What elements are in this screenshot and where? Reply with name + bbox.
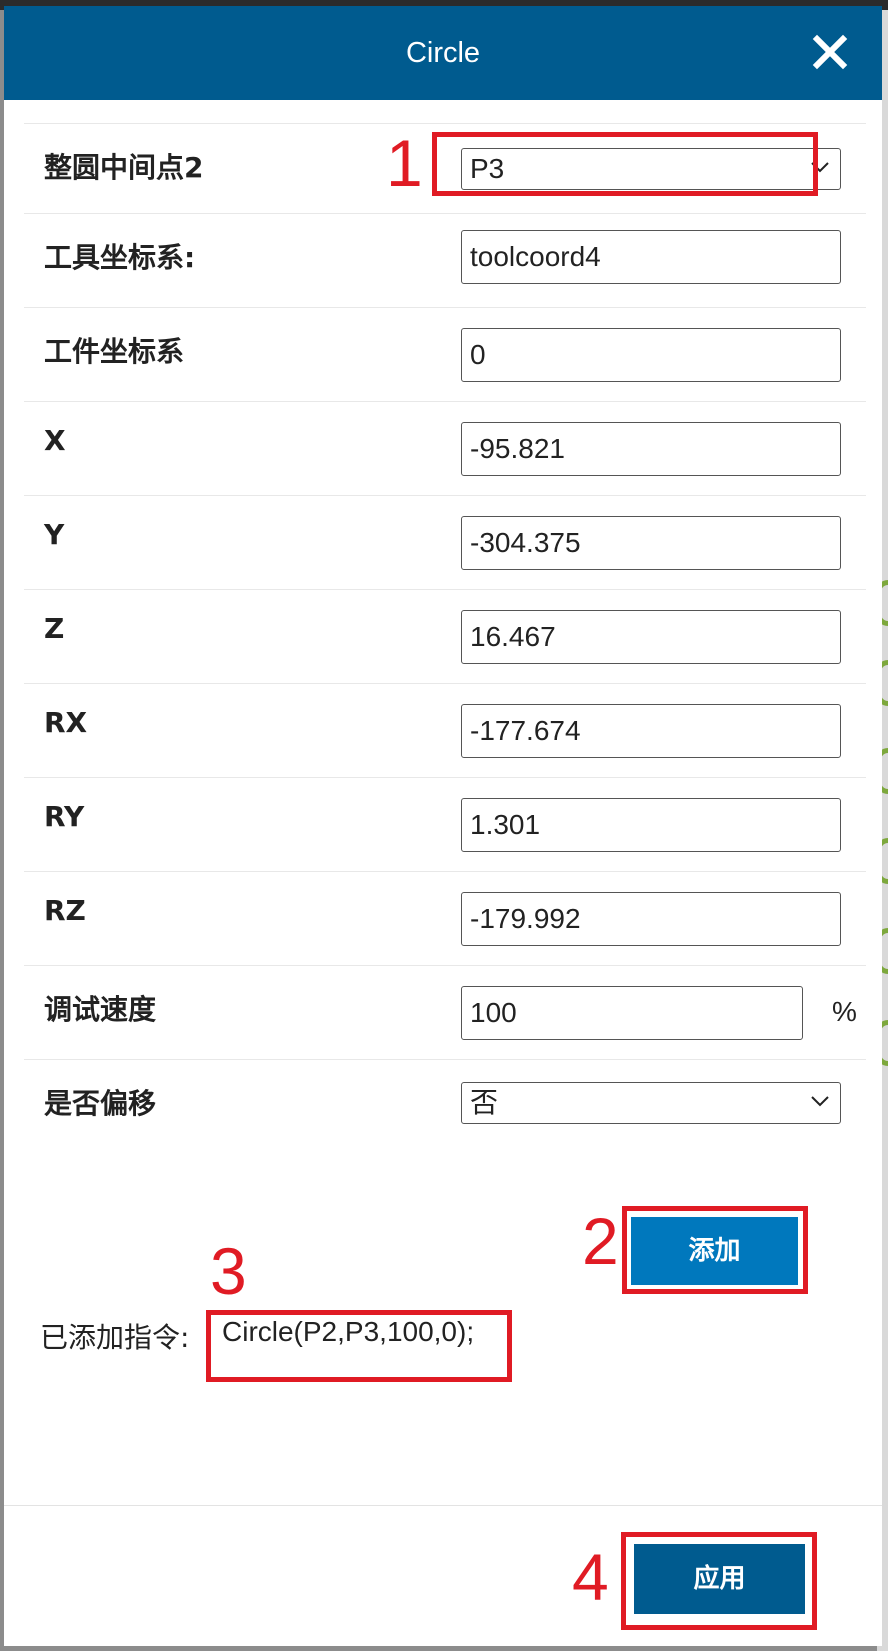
debug-speed-field[interactable]: 100 (461, 986, 803, 1040)
rx-field[interactable]: -177.674 (461, 704, 841, 758)
z-field[interactable]: 16.467 (461, 610, 841, 664)
workpiece-coord-label: 工件坐标系 (44, 335, 185, 368)
offset-label: 是否偏移 (44, 1087, 157, 1120)
circle-form: 整圆中间点2 P3 工具坐标系: toolcoord4 工件坐标系 0 X -9… (24, 123, 866, 1154)
form-row-debug-speed: 调试速度 100 % (24, 966, 866, 1060)
percent-unit: % (832, 996, 857, 1027)
ry-field[interactable]: 1.301 (461, 798, 841, 852)
circle-dialog: Circle 整圆中间点2 P3 工具坐标系: toolcoord4 工件坐标系… (4, 6, 882, 1646)
dialog-header: Circle (4, 6, 882, 100)
form-row-rz: RZ -179.992 (24, 872, 866, 966)
offset-select[interactable]: 否 (461, 1082, 841, 1124)
form-row-z: Z 16.467 (24, 590, 866, 684)
rx-label: RX (44, 706, 88, 739)
rz-label: RZ (44, 894, 86, 927)
y-label: Y (44, 518, 65, 551)
form-row-x: X -95.821 (24, 402, 866, 496)
debug-speed-label: 调试速度 (44, 993, 157, 1026)
form-row-y: Y -304.375 (24, 496, 866, 590)
mid-point-label: 整圆中间点2 (44, 151, 204, 184)
annotation-number-1: 1 (386, 126, 423, 200)
form-row-workpiece-coord: 工件坐标系 0 (24, 308, 866, 402)
annotation-number-4: 4 (572, 1540, 609, 1614)
form-row-offset: 是否偏移 否 (24, 1060, 866, 1154)
close-icon[interactable] (812, 34, 848, 70)
tool-coord-label: 工具坐标系: (44, 241, 196, 274)
workpiece-coord-field[interactable]: 0 (461, 328, 841, 382)
offset-value: 否 (470, 1087, 499, 1118)
annotation-box-3 (206, 1310, 512, 1382)
annotation-box-1 (432, 132, 818, 196)
chevron-down-icon (811, 1096, 829, 1107)
annotation-number-3: 3 (210, 1234, 247, 1308)
annotation-box-2 (622, 1206, 808, 1294)
x-label: X (44, 424, 66, 457)
annotation-number-2: 2 (582, 1204, 619, 1278)
form-row-rx: RX -177.674 (24, 684, 866, 778)
ry-label: RY (44, 800, 85, 833)
z-label: Z (44, 612, 65, 645)
footer-divider (4, 1505, 882, 1506)
form-row-ry: RY 1.301 (24, 778, 866, 872)
tool-coord-field[interactable]: toolcoord4 (461, 230, 841, 284)
rz-field[interactable]: -179.992 (461, 892, 841, 946)
added-commands-label: 已添加指令: (40, 1321, 190, 1354)
dialog-title: Circle (405, 37, 481, 69)
annotation-box-4 (621, 1532, 817, 1630)
y-field[interactable]: -304.375 (461, 516, 841, 570)
form-row-tool-coord: 工具坐标系: toolcoord4 (24, 214, 866, 308)
x-field[interactable]: -95.821 (461, 422, 841, 476)
